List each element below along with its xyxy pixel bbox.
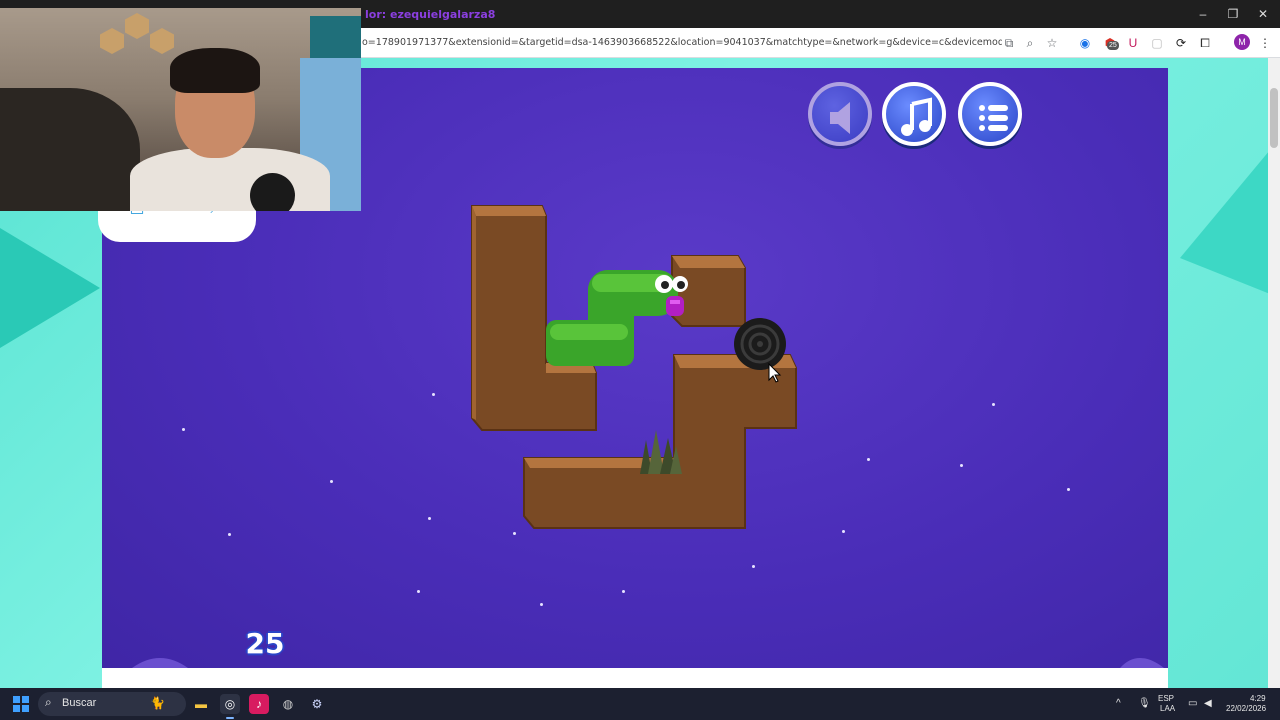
- corner-decoration: [132, 658, 188, 668]
- level-number: 25: [245, 627, 285, 660]
- ublock-icon[interactable]: U: [1124, 34, 1142, 52]
- search-label: Buscar: [62, 697, 97, 709]
- shield-icon[interactable]: ▢: [1148, 34, 1166, 52]
- network-icon[interactable]: ▭: [1188, 698, 1197, 709]
- obs-icon[interactable]: ◍: [278, 694, 298, 714]
- install-icon[interactable]: ⧉: [1000, 34, 1018, 52]
- tiktok-icon[interactable]: ♪: [249, 694, 269, 714]
- webcam-overlay: [0, 8, 361, 211]
- maximize-button[interactable]: ❐: [1218, 4, 1248, 24]
- page-footer-strip: [102, 668, 1168, 688]
- clock-time[interactable]: 4:29: [1250, 694, 1266, 704]
- bg-shape: [1180, 138, 1280, 298]
- bg-shape: [0, 228, 100, 348]
- puzzle-icon[interactable]: ⧠: [1196, 34, 1214, 52]
- url-field[interactable]: o=178901971377&extensionid=&targetid=dsa…: [362, 37, 1002, 48]
- microphone-icon[interactable]: 🎙: [1138, 698, 1151, 709]
- taskbar-search[interactable]: ⌕ Buscar 🐈: [38, 692, 186, 716]
- tray-chevron-icon[interactable]: ^: [1116, 698, 1121, 709]
- taskbar: ⌕ Buscar 🐈 ▬ ◎ ♪ ◍ ⚙ ^ 🎙 ESP LAA ▭ ◀ 4:2…: [0, 688, 1280, 720]
- bookmark-star-icon[interactable]: ☆: [1043, 34, 1061, 52]
- settings-icon[interactable]: ⚙: [307, 694, 327, 714]
- dirt-block: [471, 205, 597, 431]
- language-sub: LAA: [1160, 704, 1176, 713]
- zoom-icon[interactable]: ⌕: [1021, 34, 1039, 52]
- extension-badge: 25: [1107, 41, 1119, 50]
- minimize-button[interactable]: –: [1188, 4, 1218, 24]
- chrome-icon[interactable]: ◎: [220, 694, 240, 719]
- search-icon: ⌕: [45, 695, 52, 709]
- tab-title[interactable]: lor: ezequielgalarza8: [365, 8, 495, 21]
- kebab-menu-icon[interactable]: ⋮: [1256, 34, 1274, 52]
- language-indicator[interactable]: ESP: [1158, 694, 1174, 704]
- volume-icon[interactable]: ◀: [1204, 698, 1212, 709]
- extension-icon[interactable]: ◉: [1076, 34, 1094, 52]
- windows-start-icon[interactable]: [13, 696, 29, 712]
- clock-date[interactable]: 22/02/2026: [1226, 704, 1266, 714]
- streamer-hair: [170, 48, 260, 93]
- close-button[interactable]: ✕: [1248, 4, 1278, 24]
- exit-portal: [734, 318, 786, 370]
- streamer-body: [130, 148, 330, 211]
- refresh-ext-icon[interactable]: ⟳: [1172, 34, 1190, 52]
- snake: [546, 270, 688, 366]
- scrollbar-thumb[interactable]: [1270, 88, 1278, 148]
- page-scrollbar[interactable]: [1268, 58, 1280, 688]
- dark-area: [0, 88, 140, 211]
- file-explorer-icon[interactable]: ▬: [191, 694, 211, 714]
- profile-avatar[interactable]: M: [1234, 34, 1250, 50]
- cat-icon: 🐈: [150, 696, 165, 710]
- microphone: [250, 173, 295, 211]
- corner-decoration: [1120, 658, 1164, 668]
